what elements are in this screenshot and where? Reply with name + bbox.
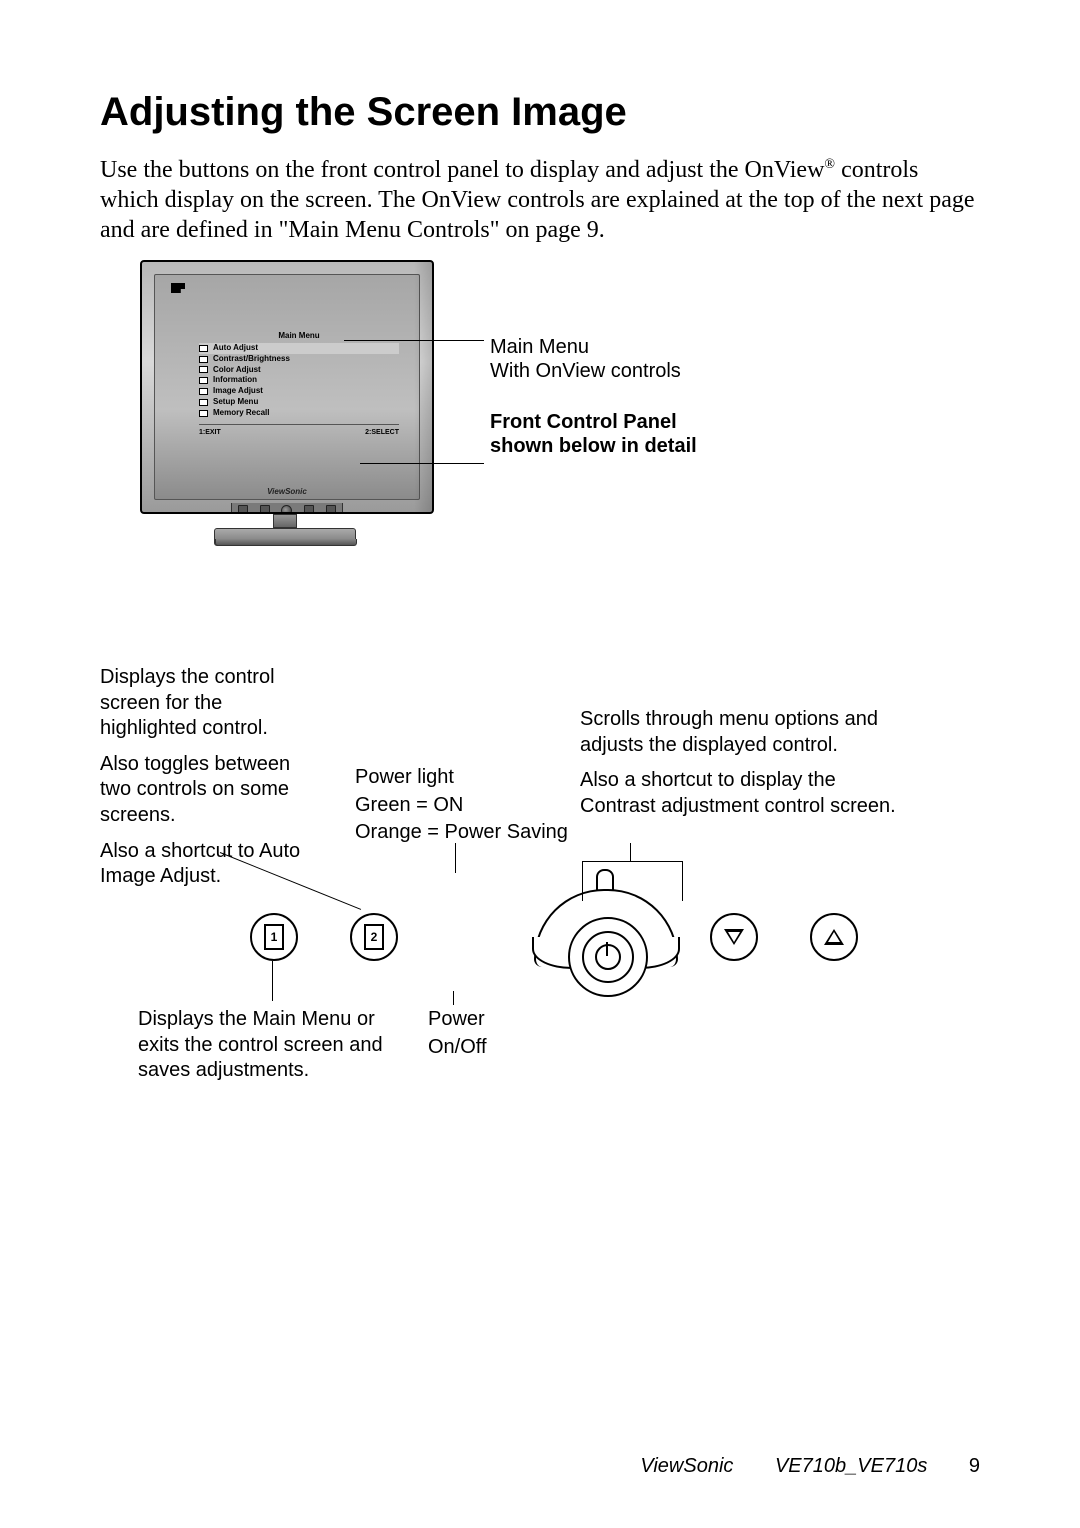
- osd-item-auto-adjust: Auto Adjust: [199, 343, 399, 354]
- mini-power-button: [281, 505, 292, 515]
- osd-footer: 1:EXIT 2:SELECT: [199, 429, 399, 436]
- osd-title: Main Menu: [199, 331, 399, 340]
- leader-line: [344, 340, 484, 341]
- callout-button-2-description: Displays the control screen for the high…: [100, 665, 320, 900]
- callout-power-light: Power light Green = ON Orange = Power Sa…: [355, 765, 585, 856]
- osd-exit-hint: 1:EXIT: [199, 429, 221, 436]
- mini-button: [238, 505, 248, 514]
- osd-icon: [199, 366, 208, 373]
- leader-line: [360, 463, 484, 464]
- osd-icon: [199, 345, 208, 352]
- mini-button: [260, 505, 270, 514]
- osd-item-setup: Setup Menu: [199, 397, 399, 408]
- intro-paragraph: Use the buttons on the front control pan…: [100, 155, 980, 245]
- power-button-ring: [568, 917, 648, 997]
- mini-button: [326, 505, 336, 514]
- osd-icon: [199, 356, 208, 363]
- leader-line: [582, 861, 682, 862]
- footer-model: VE710b_VE710s: [775, 1455, 927, 1478]
- leader-line: [630, 843, 631, 861]
- manual-page: Adjusting the Screen Image Use the butto…: [0, 0, 1080, 1528]
- osd-item-color: Color Adjust: [199, 365, 399, 376]
- footer-brand: ViewSonic: [640, 1455, 733, 1478]
- osd-menu: Main Menu Auto Adjust Contrast/Brightnes…: [199, 331, 399, 436]
- button-2: 2: [350, 913, 398, 961]
- monitor-screen: Main Menu Auto Adjust Contrast/Brightnes…: [154, 274, 420, 500]
- osd-item-image: Image Adjust: [199, 386, 399, 397]
- registered-mark: ®: [824, 157, 835, 172]
- leader-line: [582, 861, 583, 901]
- power-led-icon: [596, 869, 614, 891]
- leader-line: [272, 961, 273, 1001]
- power-button: [582, 931, 634, 983]
- osd-icon: [199, 377, 208, 384]
- osd-item-contrast: Contrast/Brightness: [199, 354, 399, 365]
- callout-main-menu: Main Menu With OnView controls: [490, 335, 681, 383]
- leader-line: [682, 861, 683, 901]
- page-title: Adjusting the Screen Image: [100, 90, 980, 135]
- chevron-down-icon: [724, 929, 744, 945]
- button-2-label: 2: [364, 924, 384, 950]
- page-footer: ViewSonic VE710b_VE710s 9: [0, 1455, 1080, 1478]
- callout-arrow-buttons: Scrolls through menu options and adjusts…: [580, 707, 900, 829]
- leader-line: [455, 843, 456, 873]
- intro-text-prefix: Use the buttons on the front control pan…: [100, 157, 824, 183]
- osd-select-hint: 2:SELECT: [365, 429, 399, 436]
- vendor-corner-logo: [171, 283, 185, 293]
- front-panel-detail: Displays the control screen for the high…: [100, 665, 980, 1085]
- button-1: 1: [250, 913, 298, 961]
- monitor-stand-neck: [273, 514, 297, 528]
- button-1-label: 1: [264, 924, 284, 950]
- osd-item-information: Information: [199, 375, 399, 386]
- monitor-figure: Main Menu Auto Adjust Contrast/Brightnes…: [140, 260, 430, 546]
- mini-button: [304, 505, 314, 514]
- monitor-stand-base: [214, 528, 356, 546]
- power-button-base: [534, 889, 678, 967]
- callout-button-1-description: Displays the Main Menu or exits the cont…: [138, 1007, 398, 1094]
- chevron-up-icon: [824, 929, 844, 945]
- callout-front-control-panel: Front Control Panel shown below in detai…: [490, 410, 697, 458]
- osd-icon: [199, 388, 208, 395]
- footer-page-number: 9: [969, 1455, 980, 1478]
- osd-icon: [199, 399, 208, 406]
- monitor-bottom-buttons: [231, 503, 343, 514]
- power-icon: [595, 944, 621, 970]
- leader-line: [453, 991, 454, 1005]
- osd-item-memory: Memory Recall: [199, 408, 399, 419]
- osd-icon: [199, 410, 208, 417]
- front-panel-buttons-row: 1 2: [250, 893, 870, 993]
- monitor-brand-label: ViewSonic: [155, 487, 419, 496]
- up-arrow-button: [810, 913, 858, 961]
- power-button-assembly: [534, 869, 674, 989]
- down-arrow-button: [710, 913, 758, 961]
- monitor-bezel: Main Menu Auto Adjust Contrast/Brightnes…: [140, 260, 434, 514]
- osd-separator: [199, 424, 399, 425]
- callout-power-onoff: Power On/Off: [428, 1007, 548, 1070]
